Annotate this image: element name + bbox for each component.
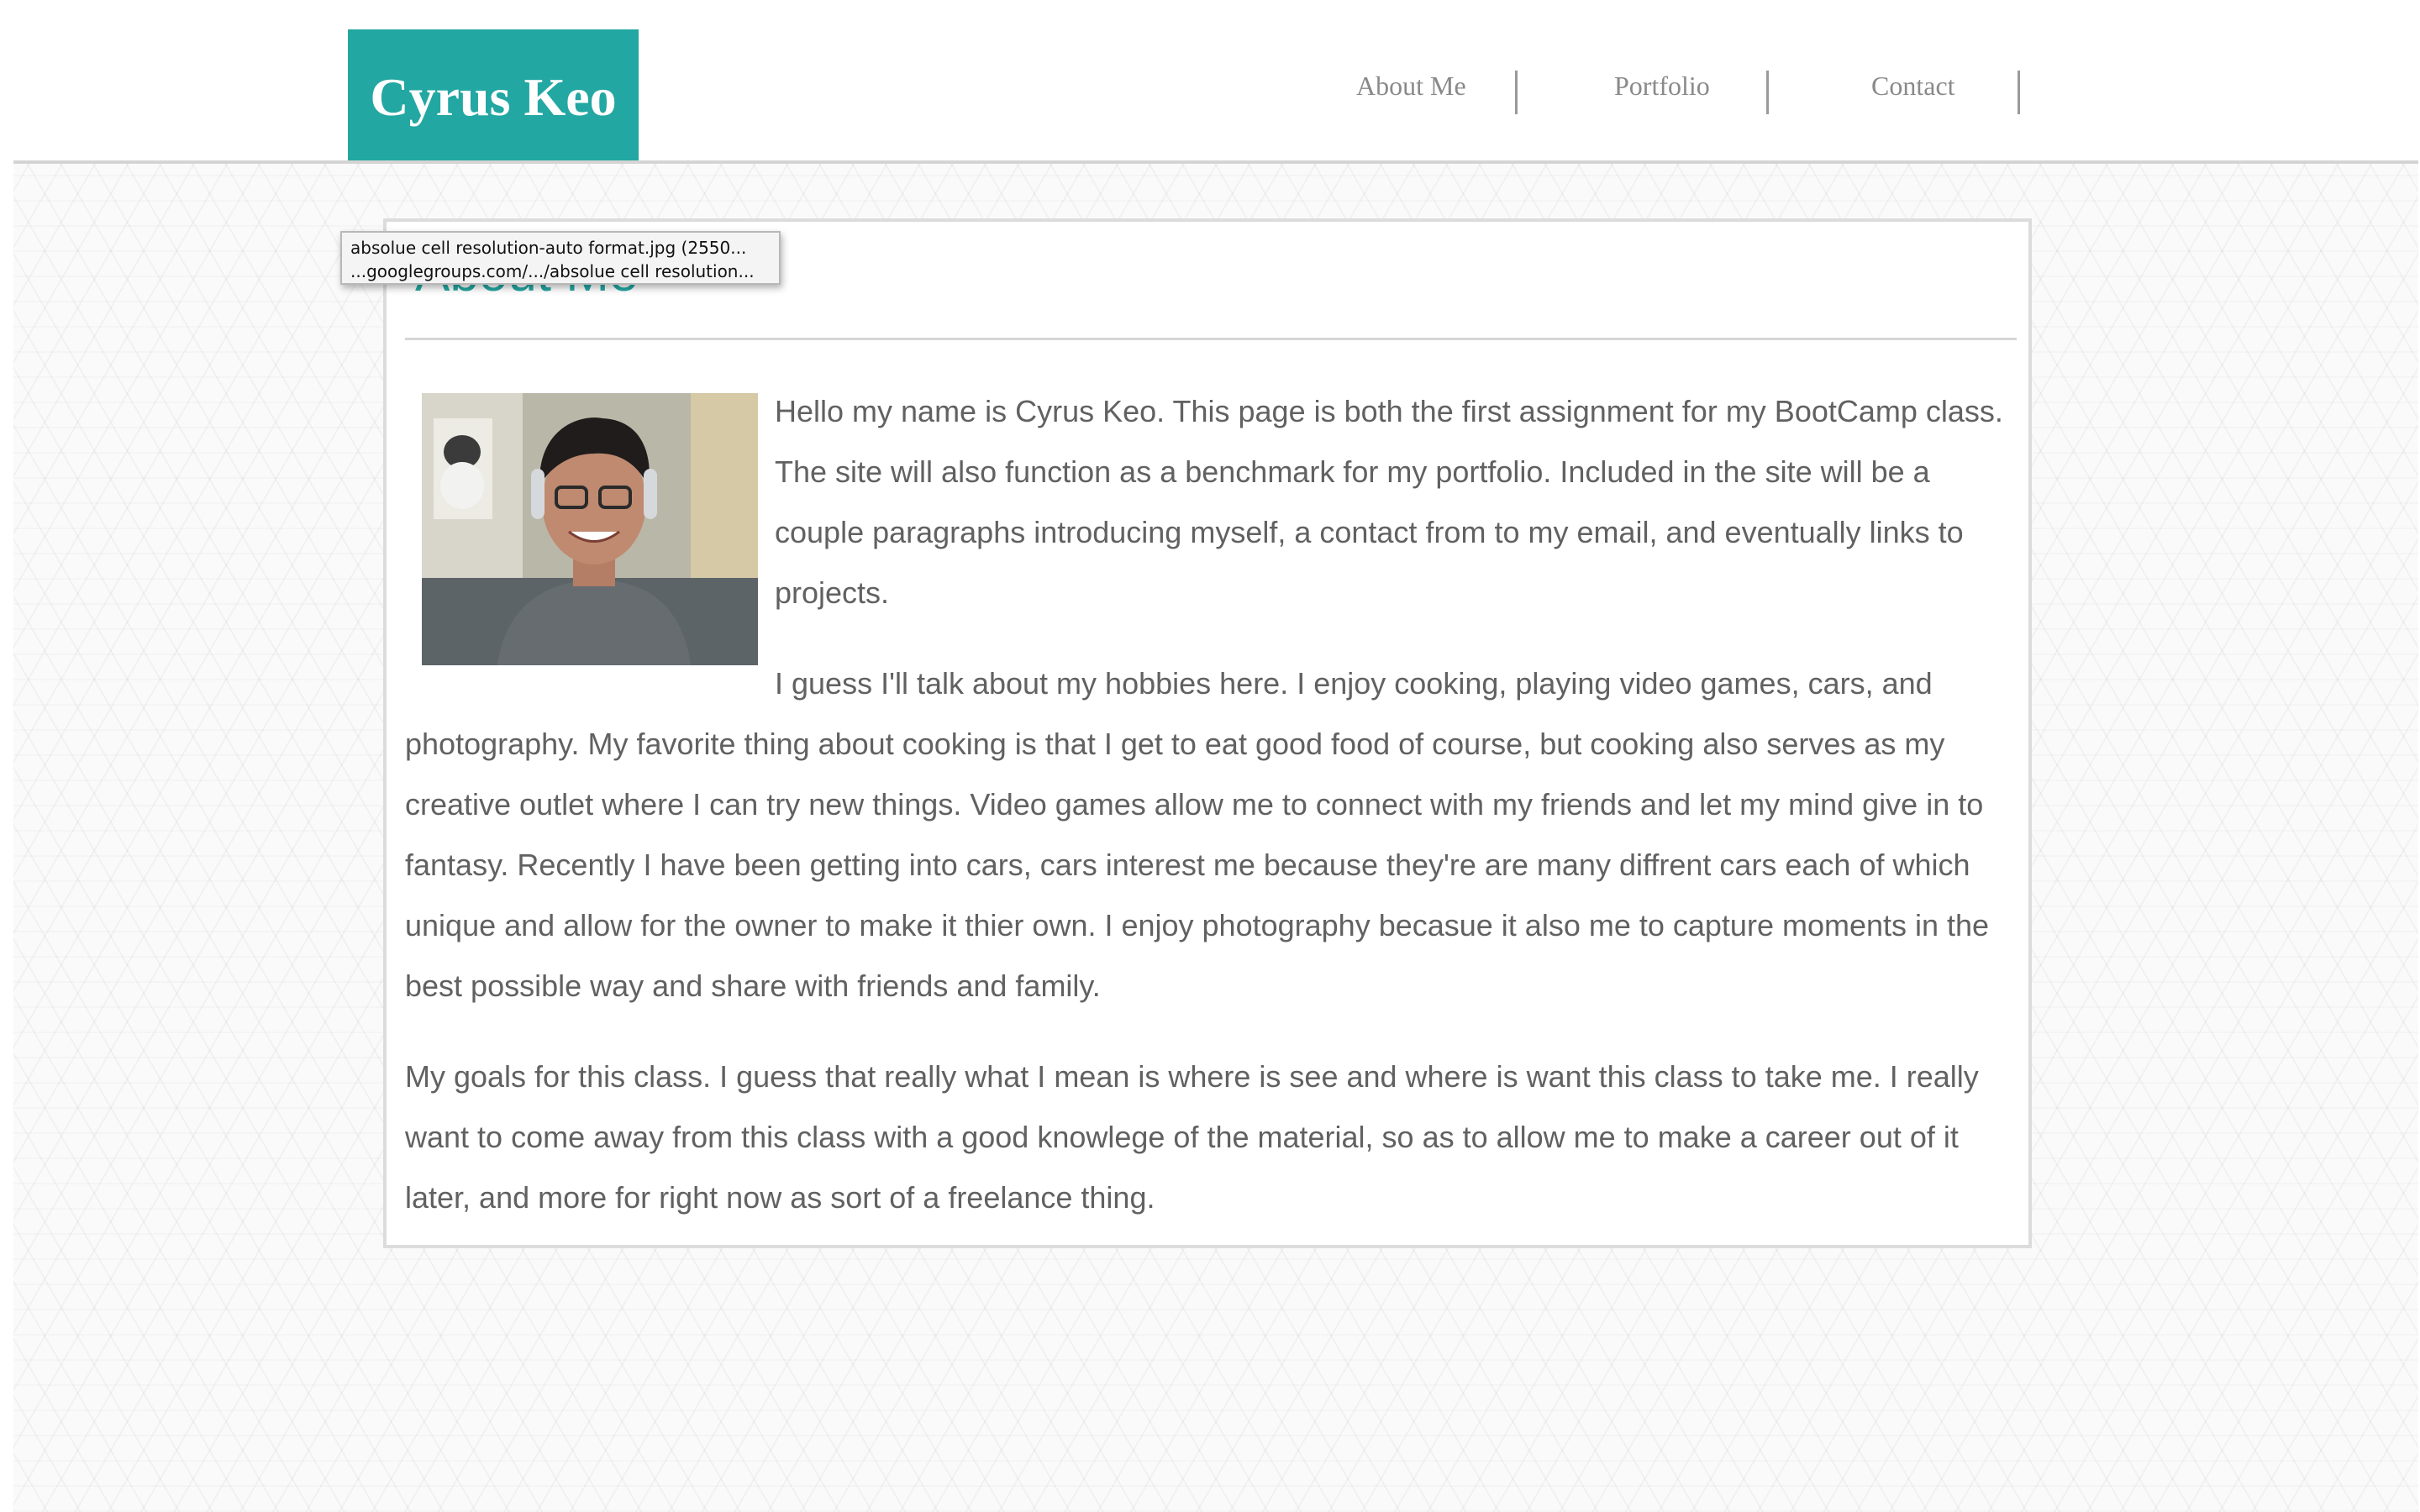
goals-paragraph: My goals for this class. I guess that re…	[405, 1059, 1979, 1215]
tooltip-filename: absolue cell resolution-auto format.jpg …	[350, 238, 747, 258]
nav-link-contact[interactable]: Contact	[1871, 71, 1955, 102]
nav-separator	[1766, 71, 1769, 114]
tooltip-url: ...googlegroups.com/.../absolue cell res…	[350, 261, 755, 281]
image-tooltip: absolue cell resolution-auto format.jpg …	[340, 231, 781, 285]
site-header: Cyrus Keo About Me Portfolio Contact	[0, 0, 2420, 165]
site-logo[interactable]: Cyrus Keo	[348, 29, 639, 165]
nav-separator	[2018, 71, 2020, 114]
title-divider	[405, 338, 2017, 340]
profile-photo[interactable]	[422, 393, 758, 665]
nav-link-portfolio[interactable]: Portfolio	[1614, 71, 1710, 102]
nav-separator	[1515, 71, 1518, 114]
about-me-card: About Me Hello my nam	[383, 218, 2032, 1248]
about-me-body: Hello my name is Cyrus Keo. This page is…	[405, 381, 2017, 1258]
hobbies-paragraph: I guess I'll talk about my hobbies here.…	[405, 666, 1990, 1003]
nav-link-about-me[interactable]: About Me	[1356, 71, 1466, 102]
logo-text: Cyrus Keo	[370, 66, 617, 127]
